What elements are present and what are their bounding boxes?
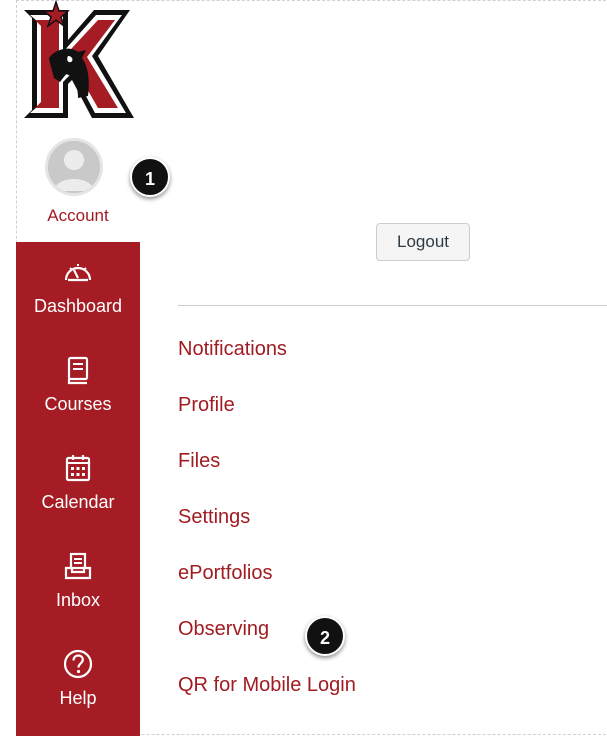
settings-link[interactable]: Settings xyxy=(178,506,250,528)
sidebar-item-label: Courses xyxy=(44,394,112,414)
user-avatar-icon xyxy=(48,141,100,193)
sidebar-item-dashboard[interactable]: Dashboard xyxy=(16,242,140,338)
menu-item-notifications: Notifications xyxy=(178,338,287,361)
sidebar-item-label: Dashboard xyxy=(33,296,123,316)
help-icon xyxy=(63,649,93,679)
sidebar-item-courses[interactable]: Courses xyxy=(16,340,140,436)
sidebar-item-inbox[interactable]: Inbox xyxy=(16,536,140,632)
profile-link[interactable]: Profile xyxy=(178,394,235,416)
menu-item-eportfolios: ePortfolios xyxy=(178,562,273,585)
callout-badge-1: 1 xyxy=(130,157,170,197)
global-nav-sidebar: Dashboard Courses Calendar Inbox Help xyxy=(16,242,140,736)
account-label: Account xyxy=(47,206,109,225)
sidebar-item-label: Inbox xyxy=(55,590,101,610)
menu-item-observing: Observing xyxy=(178,618,269,641)
logout-button[interactable]: Logout xyxy=(376,223,470,261)
sidebar-item-label: Help xyxy=(59,688,97,708)
menu-item-qr-mobile-login: QR for Mobile Login xyxy=(178,674,356,697)
eportfolios-link[interactable]: ePortfolios xyxy=(178,562,273,584)
menu-item-profile: Profile xyxy=(178,394,235,417)
avatar[interactable] xyxy=(45,138,103,196)
account-nav-item[interactable]: Account xyxy=(16,126,140,242)
notifications-link[interactable]: Notifications xyxy=(178,338,287,360)
files-link[interactable]: Files xyxy=(178,450,220,472)
sidebar-item-calendar[interactable]: Calendar xyxy=(16,438,140,534)
sidebar-item-help[interactable]: Help xyxy=(16,634,140,730)
menu-item-files: Files xyxy=(178,450,220,473)
courses-icon xyxy=(67,356,89,385)
calendar-icon xyxy=(65,455,91,482)
k-logo-icon xyxy=(24,0,134,118)
inbox-icon xyxy=(64,552,92,580)
sidebar-item-label: Calendar xyxy=(41,492,115,512)
callout-badge-2: 2 xyxy=(305,616,345,656)
menu-item-settings: Settings xyxy=(178,506,250,529)
dashboard-icon xyxy=(64,264,92,282)
divider xyxy=(178,305,607,306)
school-logo[interactable] xyxy=(16,0,140,126)
observing-link[interactable]: Observing xyxy=(178,618,269,640)
qr-mobile-login-link[interactable]: QR for Mobile Login xyxy=(178,674,356,696)
